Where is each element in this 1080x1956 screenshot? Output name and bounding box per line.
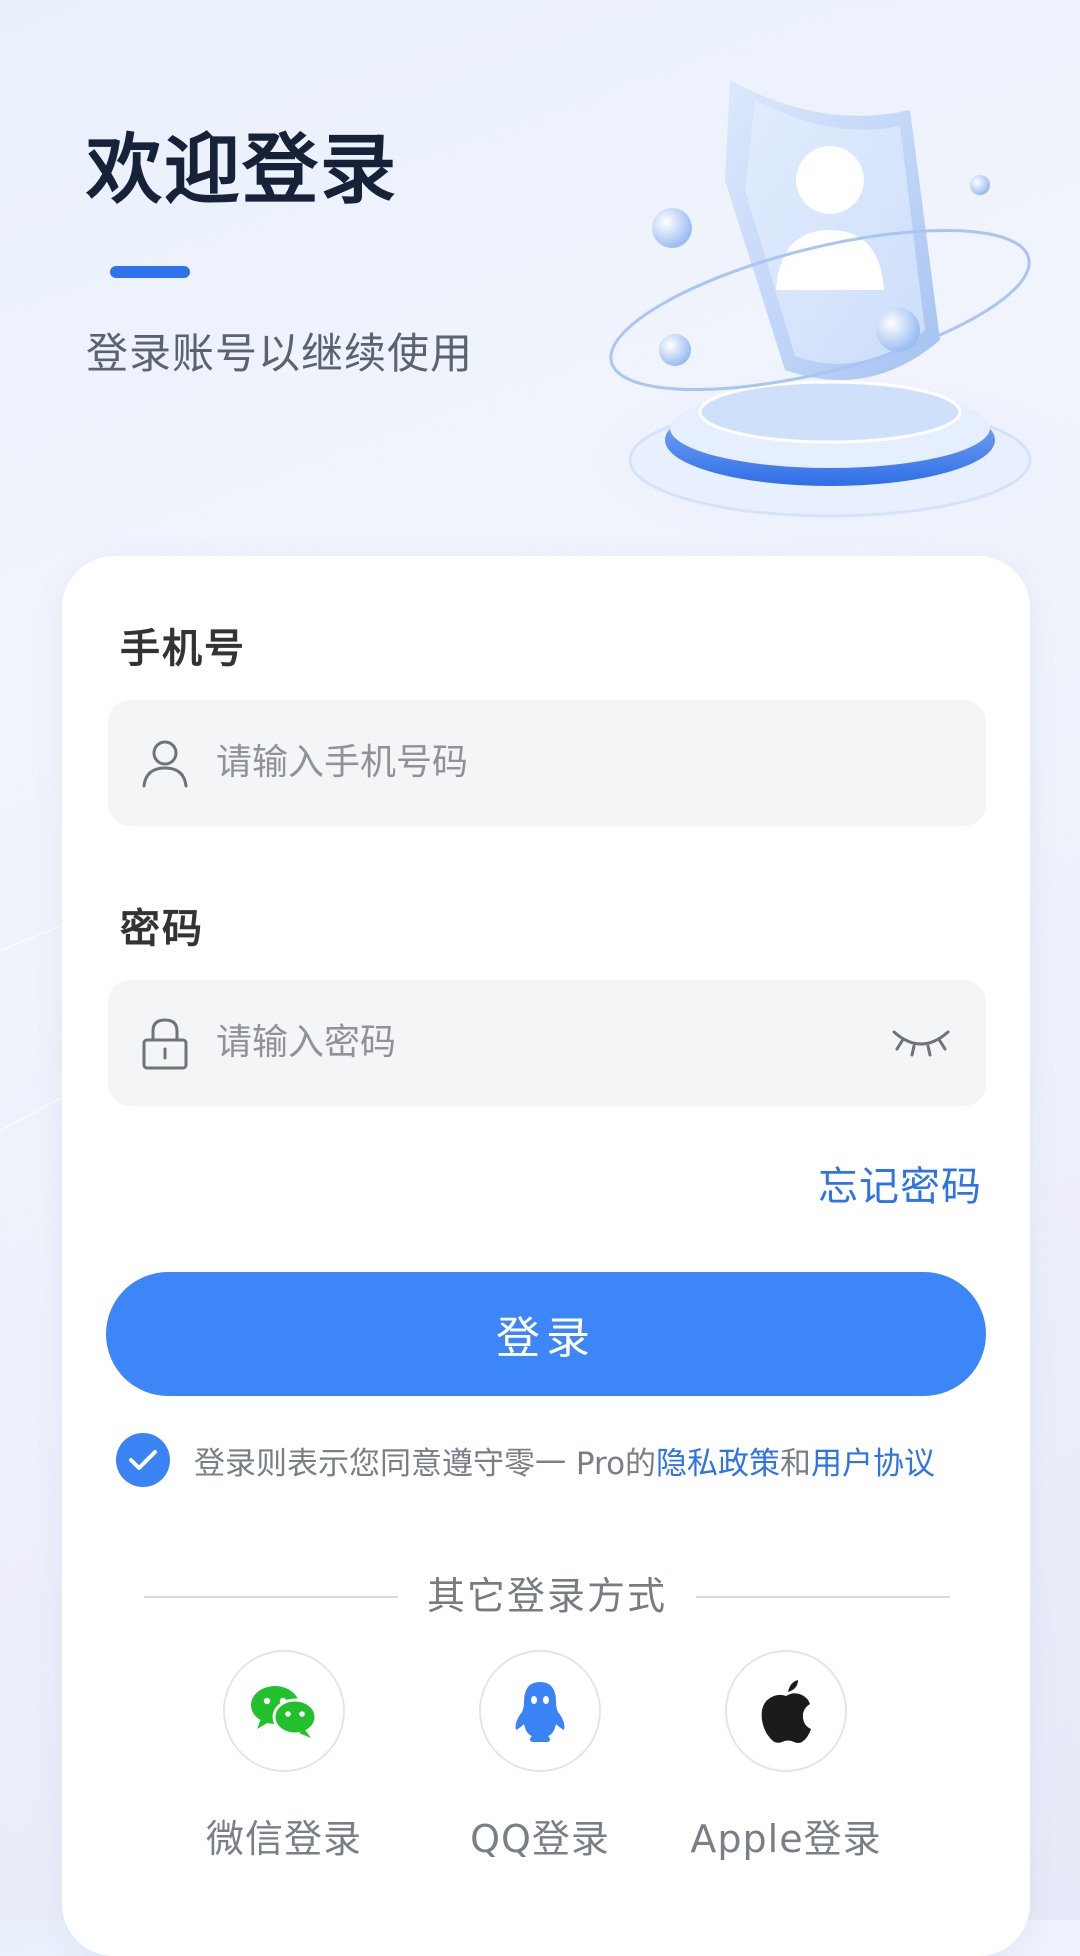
divider-line-right: [696, 1596, 950, 1598]
eye-closed-icon[interactable]: [890, 1020, 952, 1064]
apple-icon: [761, 1680, 811, 1743]
agreement-text: 登录则表示您同意遵守零一 Pro的隐私政策和用户协议: [194, 1438, 935, 1483]
other-login-divider: 其它登录方式: [144, 1566, 950, 1626]
qq-login-circle[interactable]: [479, 1650, 601, 1772]
qq-icon: [515, 1682, 565, 1742]
hero-illustration: [540, 40, 1080, 550]
qq-login-button[interactable]: QQ登录: [420, 1650, 660, 1863]
agreement-row: 登录则表示您同意遵守零一 Pro的隐私政策和用户协议: [116, 1430, 996, 1490]
privacy-policy-link[interactable]: 隐私政策: [656, 1446, 780, 1482]
user-icon: [142, 740, 188, 788]
login-card: 手机号 密码 忘记密码 登录 登录则表示您: [62, 556, 1030, 1956]
apple-login-label: Apple登录: [690, 1817, 882, 1861]
qq-login-label: QQ登录: [470, 1817, 610, 1861]
password-input-box[interactable]: [108, 980, 986, 1106]
phone-input[interactable]: [216, 730, 916, 794]
agreement-and: 和: [780, 1445, 812, 1482]
wechat-login-button[interactable]: 微信登录: [164, 1650, 404, 1863]
shield-user-illustration: [580, 80, 1080, 550]
wechat-login-circle[interactable]: [223, 1650, 345, 1772]
wechat-icon: [251, 1686, 318, 1738]
user-agreement-link[interactable]: 用户协议: [811, 1446, 935, 1482]
title-underline: [110, 266, 190, 278]
page-title: 欢迎登录: [86, 125, 398, 214]
login-button[interactable]: 登录: [106, 1272, 986, 1396]
phone-label: 手机号: [120, 626, 246, 672]
background-line: [0, 1092, 71, 1131]
wechat-login-label: 微信登录: [205, 1817, 362, 1861]
password-label: 密码: [120, 906, 204, 952]
check-icon: [129, 1450, 157, 1470]
forgot-password-link[interactable]: 忘记密码: [818, 1154, 982, 1212]
agreement-prefix: 登录则表示您同意遵守零一 Pro的: [194, 1445, 657, 1482]
apple-login-circle[interactable]: [725, 1650, 847, 1772]
phone-input-box[interactable]: [108, 700, 986, 826]
page-subtitle: 登录账号以继续使用: [86, 329, 474, 378]
agreement-checkbox[interactable]: [116, 1433, 170, 1487]
apple-login-button[interactable]: Apple登录: [666, 1650, 906, 1863]
password-input[interactable]: [216, 1010, 836, 1074]
lock-icon: [142, 1018, 188, 1070]
